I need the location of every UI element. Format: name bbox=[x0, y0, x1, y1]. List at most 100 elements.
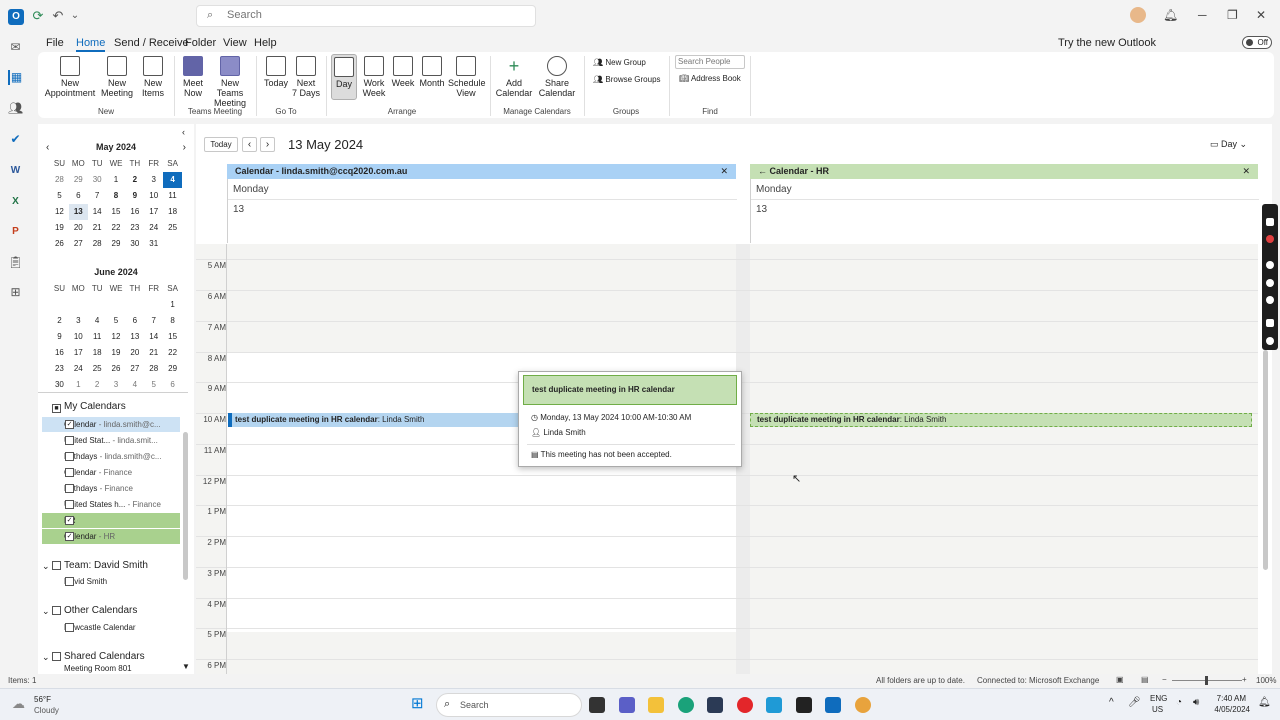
menu-home[interactable]: Home bbox=[76, 37, 106, 52]
calendar-entry[interactable]: ✓ Calendar - HR bbox=[42, 529, 180, 544]
today-button[interactable]: Today bbox=[262, 56, 290, 88]
microphone-icon[interactable] bbox=[1266, 261, 1274, 269]
calendar-entry[interactable]: Birthdays - linda.smith@c... bbox=[42, 449, 180, 464]
add-calendar-button[interactable]: + Add Calendar bbox=[494, 56, 534, 98]
checkbox[interactable]: ■ bbox=[52, 404, 61, 413]
checkbox[interactable] bbox=[52, 652, 61, 661]
search-box[interactable]: ⌕ bbox=[196, 5, 536, 27]
checkbox[interactable]: ✓ bbox=[65, 420, 74, 429]
clipboard-icon[interactable]: 📋︎ bbox=[8, 255, 23, 270]
app-icon[interactable] bbox=[796, 697, 812, 713]
calendar-icon[interactable]: ▦ bbox=[8, 70, 23, 85]
schedule-view-button[interactable]: Schedule View bbox=[448, 56, 486, 98]
chevron-up-icon[interactable]: ^ bbox=[1109, 697, 1114, 708]
hour-row[interactable] bbox=[196, 505, 1258, 536]
calendar-entry[interactable]: Newcastle Calendar bbox=[42, 620, 180, 635]
powerpoint-icon[interactable]: P bbox=[8, 224, 23, 239]
speaker-icon[interactable] bbox=[1266, 279, 1274, 287]
weather-desc[interactable]: Cloudy bbox=[34, 706, 59, 715]
week-row[interactable]: 30 1 2 3 4 5 6 bbox=[50, 377, 182, 393]
undo-icon[interactable]: ↶ bbox=[50, 8, 66, 24]
arrow-left-icon[interactable]: ← bbox=[758, 166, 770, 176]
settings-icon[interactable] bbox=[1266, 337, 1274, 345]
calendar-entry[interactable]: Meeting Room 801 bbox=[42, 665, 180, 673]
team-group[interactable]: ⌄ Team: David Smith bbox=[42, 559, 148, 573]
new-group-button[interactable]: 👥︎ New Group bbox=[593, 58, 646, 67]
checkbox[interactable] bbox=[65, 484, 74, 493]
store-icon[interactable] bbox=[707, 697, 723, 713]
search-input[interactable] bbox=[227, 9, 527, 21]
checkbox[interactable] bbox=[65, 500, 74, 509]
avatar[interactable] bbox=[1130, 7, 1146, 23]
minimize-icon[interactable]: ─ bbox=[1198, 8, 1207, 22]
week-row[interactable]: 23 24 25 26 27 28 29 bbox=[50, 361, 182, 377]
checkbox[interactable] bbox=[65, 436, 74, 445]
menu-file[interactable]: File bbox=[46, 37, 64, 49]
try-new-outlook-toggle[interactable]: Off bbox=[1242, 36, 1272, 49]
weather-temp[interactable]: 56°F bbox=[34, 695, 51, 704]
excel-icon[interactable]: X bbox=[8, 194, 23, 209]
popup-title[interactable]: test duplicate meeting in HR calendar bbox=[523, 375, 737, 405]
record-icon[interactable] bbox=[1266, 235, 1274, 243]
zoom-in-icon[interactable]: + bbox=[1242, 675, 1247, 684]
app-icon[interactable] bbox=[766, 697, 782, 713]
calendar-entry[interactable]: David Smith bbox=[42, 574, 180, 589]
opera-icon[interactable] bbox=[737, 697, 753, 713]
work-week-button[interactable]: Work Week bbox=[361, 56, 387, 98]
calendar-entry-hr[interactable]: ✓HR bbox=[42, 513, 180, 528]
checkbox[interactable] bbox=[65, 623, 74, 632]
checkbox[interactable] bbox=[65, 577, 74, 586]
notification-icon[interactable]: 🔔︎ bbox=[1258, 697, 1271, 708]
customize-toolbar-icon[interactable]: ⌄ bbox=[68, 8, 82, 24]
zoom-slider-thumb[interactable] bbox=[1205, 676, 1208, 685]
menu-view[interactable]: View bbox=[223, 37, 247, 49]
event-hr-calendar[interactable]: test duplicate meeting in HR calendar: L… bbox=[750, 413, 1252, 427]
hour-row[interactable] bbox=[196, 321, 1258, 352]
week-row[interactable]: 5 6 7 8 9 10 11 bbox=[50, 188, 182, 204]
webcam-icon[interactable] bbox=[1266, 296, 1274, 304]
browse-groups-button[interactable]: 👥︎ Browse Groups bbox=[593, 75, 661, 84]
checkbox[interactable]: ✓ bbox=[65, 532, 74, 541]
file-explorer-icon[interactable] bbox=[648, 697, 664, 713]
menu-folder[interactable]: Folder bbox=[185, 37, 216, 49]
calendar-scrollbar[interactable] bbox=[1263, 350, 1268, 570]
today-nav-button[interactable]: Today bbox=[204, 137, 238, 152]
checkbox[interactable] bbox=[52, 561, 61, 570]
todo-icon[interactable]: ✔ bbox=[8, 132, 23, 147]
language-indicator[interactable]: ENG bbox=[1150, 694, 1167, 703]
edge-icon[interactable] bbox=[678, 697, 694, 713]
calendar-entry[interactable]: Birthdays - Finance bbox=[42, 481, 180, 496]
hour-row[interactable] bbox=[196, 259, 1258, 290]
mail-icon[interactable]: ✉ bbox=[8, 40, 23, 55]
hour-row[interactable] bbox=[196, 475, 1258, 506]
navpane-scrollbar[interactable] bbox=[183, 432, 188, 580]
new-meeting-button[interactable]: New Meeting bbox=[98, 56, 136, 98]
taskbar-search[interactable]: ⌕ Search bbox=[436, 693, 582, 717]
checkbox[interactable] bbox=[52, 606, 61, 615]
hour-row[interactable] bbox=[196, 628, 1258, 659]
meet-now-button[interactable]: Meet Now bbox=[178, 56, 208, 98]
view-selector[interactable]: ▭ Day ⌄ bbox=[1210, 139, 1247, 150]
week-row[interactable]: 16 17 18 19 20 21 22 bbox=[50, 345, 182, 361]
week-row[interactable]: 12 13 14 15 16 17 18 bbox=[50, 204, 182, 220]
week-row[interactable]: 19 20 21 22 23 24 25 bbox=[50, 220, 182, 236]
close-icon[interactable]: ✕ bbox=[720, 164, 728, 179]
windows-start-icon[interactable]: ⊞ bbox=[411, 696, 427, 712]
calendar-entry[interactable]: United States h... - Finance bbox=[42, 497, 180, 512]
left-calendar-header[interactable]: Calendar - linda.smith@ccq2020.com.au ✕ bbox=[227, 164, 736, 179]
week-row[interactable]: 26 27 28 29 30 31 bbox=[50, 236, 182, 252]
search-people-input[interactable]: Search People bbox=[675, 55, 745, 69]
next-7-days-button[interactable]: Next 7 Days bbox=[292, 56, 320, 98]
prev-month-icon[interactable]: ‹ bbox=[46, 142, 49, 153]
shared-calendars-group[interactable]: ⌄ Shared Calendars bbox=[42, 650, 145, 664]
month-button[interactable]: Month bbox=[418, 56, 446, 88]
calendar-entry[interactable]: Calendar - Finance bbox=[42, 465, 180, 480]
calendar-entry[interactable]: United Stat... - linda.smit... bbox=[42, 433, 180, 448]
volume-icon[interactable]: 🔊︎ bbox=[1193, 697, 1199, 708]
new-appointment-button[interactable]: New Appointment bbox=[44, 56, 96, 98]
week-row[interactable]: 1 bbox=[50, 297, 182, 313]
clock-date[interactable]: 4/05/2024 bbox=[1208, 705, 1250, 714]
menu-help[interactable]: Help bbox=[254, 37, 277, 49]
my-calendars-group[interactable]: ■ My Calendars bbox=[44, 402, 126, 414]
scroll-down-icon[interactable]: ▼ bbox=[182, 662, 190, 671]
